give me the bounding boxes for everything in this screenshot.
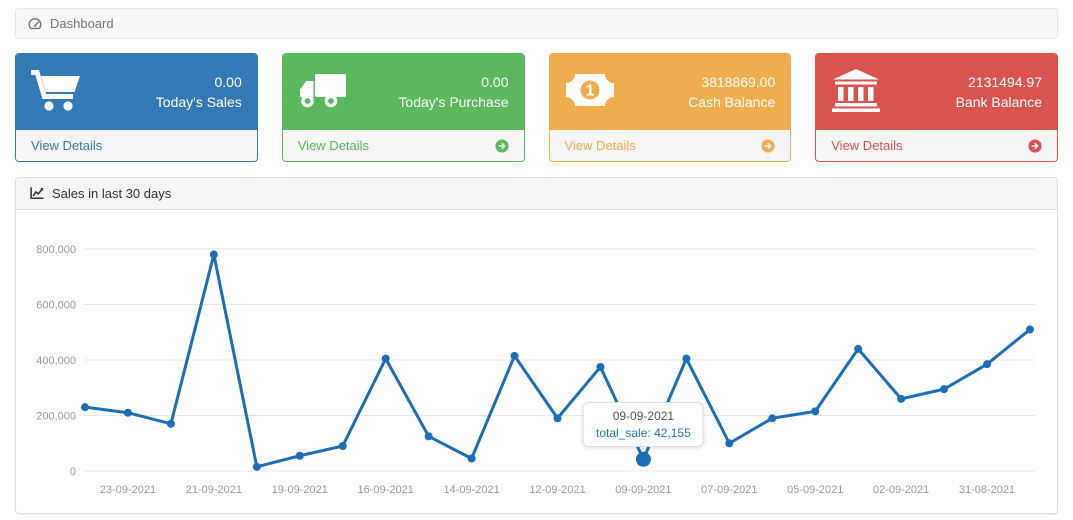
x-tick-label: 02-09-2021: [873, 484, 929, 496]
y-tick-label: 200,000: [36, 411, 76, 423]
view-details-link-cash[interactable]: View Details: [550, 130, 791, 161]
sales-line-chart: 0 200,000 400,000 600,000 800,000 23-09-2021 2…: [16, 210, 1055, 510]
card-bank-balance-head: 2131494.97 Bank Balance: [816, 54, 1057, 130]
data-point[interactable]: [296, 452, 304, 460]
shopping-cart-icon: [31, 68, 81, 117]
card-value: 2131494.97: [956, 72, 1042, 92]
view-details-label: View Details: [31, 138, 102, 153]
card-todays-purchase-head: 0.00 Today's Purchase: [283, 54, 524, 130]
card-label: Today's Sales: [156, 92, 242, 112]
arrow-circle-right-icon: [761, 139, 775, 153]
view-details-link-purchase[interactable]: View Details: [283, 130, 524, 161]
data-point-hovered[interactable]: [636, 452, 651, 467]
card-todays-sales-head: 0.00 Today's Sales: [16, 54, 257, 130]
data-point[interactable]: [854, 345, 862, 353]
y-tick-label: 400,000: [36, 355, 76, 367]
x-tick-label: 05-09-2021: [787, 484, 843, 496]
card-cash-balance: 1 3818869.00 Cash Balance View Details: [549, 53, 792, 162]
svg-text:1: 1: [585, 82, 594, 99]
x-tick-label: 07-09-2021: [701, 484, 757, 496]
data-point[interactable]: [210, 251, 218, 259]
data-point[interactable]: [725, 439, 733, 447]
x-tick-label: 31-08-2021: [959, 484, 1015, 496]
card-todays-sales: 0.00 Today's Sales View Details: [15, 53, 258, 162]
data-point[interactable]: [124, 409, 132, 417]
view-details-label: View Details: [298, 138, 369, 153]
truck-icon: [298, 70, 348, 115]
data-point[interactable]: [81, 403, 89, 411]
x-tick-label: 14-09-2021: [443, 484, 499, 496]
data-point[interactable]: [596, 363, 604, 371]
bank-icon: [831, 68, 881, 117]
x-tick-label: 23-09-2021: [100, 484, 156, 496]
x-tick-label: 19-09-2021: [272, 484, 328, 496]
money-bill-icon: 1: [565, 72, 615, 113]
card-todays-purchase: 0.00 Today's Purchase View Details: [282, 53, 525, 162]
sales-chart-panel: Sales in last 30 days 0 200,000 400,000 600…: [15, 177, 1058, 514]
data-point[interactable]: [511, 352, 519, 360]
chart-area: 0 200,000 400,000 600,000 800,000 23-09-2021 2…: [16, 210, 1057, 513]
card-label: Cash Balance: [688, 92, 775, 112]
card-label: Bank Balance: [956, 92, 1042, 112]
view-details-label: View Details: [831, 138, 902, 153]
x-tick-label: 09-09-2021: [615, 484, 671, 496]
data-point[interactable]: [811, 407, 819, 415]
x-tick-label: 12-09-2021: [529, 484, 585, 496]
data-point[interactable]: [940, 385, 948, 393]
data-point[interactable]: [897, 395, 905, 403]
x-tick-label: 16-09-2021: [358, 484, 414, 496]
x-tick-label: 21-09-2021: [186, 484, 242, 496]
data-point[interactable]: [167, 420, 175, 428]
data-point[interactable]: [682, 355, 690, 363]
sales-series-line: [85, 255, 1030, 467]
data-point[interactable]: [425, 432, 433, 440]
data-point[interactable]: [768, 414, 776, 422]
view-details-link-bank[interactable]: View Details: [816, 130, 1057, 161]
card-cash-balance-head: 1 3818869.00 Cash Balance: [550, 54, 791, 130]
y-tick-label: 800,000: [36, 244, 76, 256]
y-tick-label: 0: [70, 466, 76, 478]
panel-title: Sales in last 30 days: [52, 186, 171, 201]
card-bank-balance: 2131494.97 Bank Balance View Details: [815, 53, 1058, 162]
data-point[interactable]: [253, 463, 261, 471]
data-point[interactable]: [339, 442, 347, 450]
chart-line-icon: [30, 187, 44, 200]
card-value: 0.00: [156, 72, 242, 92]
card-value: 0.00: [398, 72, 508, 92]
topbar: Dashboard: [15, 8, 1058, 39]
tachometer-icon: [28, 17, 42, 30]
data-point[interactable]: [468, 455, 476, 463]
data-point[interactable]: [554, 414, 562, 422]
data-point[interactable]: [983, 360, 991, 368]
data-point[interactable]: [1026, 325, 1034, 333]
card-value: 3818869.00: [688, 72, 775, 92]
arrow-circle-right-icon: [495, 139, 509, 153]
y-tick-label: 600,000: [36, 300, 76, 312]
view-details-label: View Details: [565, 138, 636, 153]
arrow-circle-right-icon: [1028, 139, 1042, 153]
card-label: Today's Purchase: [398, 92, 508, 112]
sales-chart-panel-heading: Sales in last 30 days: [16, 178, 1057, 210]
view-details-link-sales[interactable]: View Details: [16, 130, 257, 161]
stat-cards-row: 0.00 Today's Sales View Details 0.00 Tod…: [15, 53, 1058, 162]
data-point[interactable]: [382, 355, 390, 363]
page-title: Dashboard: [50, 16, 114, 31]
